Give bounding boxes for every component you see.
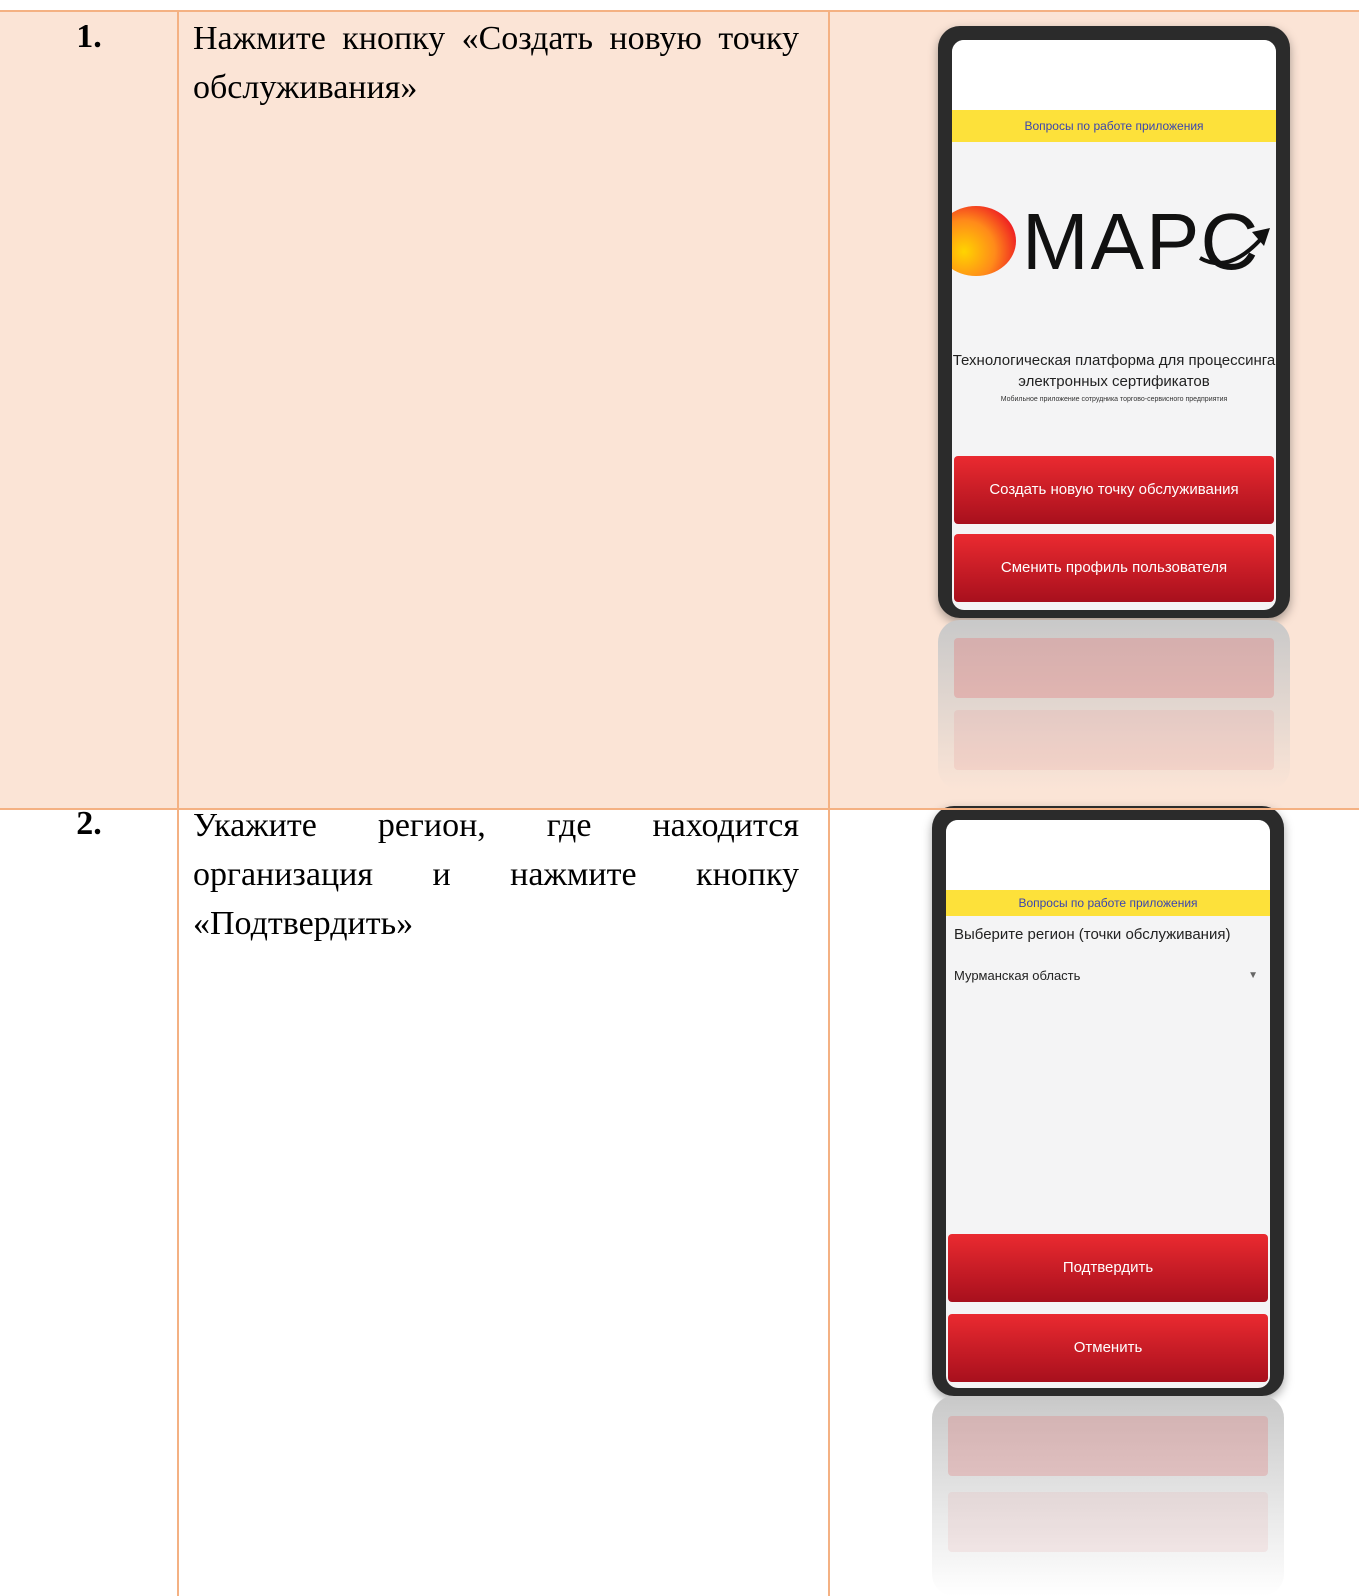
table-row-step-2: 2. Укажите регион, где находится организ… (0, 805, 1359, 1596)
phone-reflection (932, 1396, 1284, 1596)
phone-mockup: Вопросы по работе приложения МАРС Технол… (938, 26, 1290, 618)
logo-circle-icon (952, 206, 1016, 276)
tagline-line-2: электронных сертификатов (1018, 373, 1210, 390)
table-border (177, 10, 179, 1596)
help-link[interactable]: Вопросы по работе приложения (946, 890, 1270, 916)
status-area (946, 820, 1270, 890)
reflection-button (954, 710, 1274, 770)
create-service-point-button[interactable]: Создать новую точку обслуживания (954, 456, 1274, 524)
phone-mockup: Вопросы по работе приложения Выберите ре… (932, 806, 1284, 1396)
region-label: Выберите регион (точки обслуживания) (954, 926, 1231, 943)
change-profile-button[interactable]: Сменить профиль пользователя (954, 534, 1274, 602)
arrow-icon (1199, 228, 1270, 266)
region-value: Мурманская область (954, 968, 1081, 983)
reflection-button (948, 1416, 1268, 1476)
step-instruction: Укажите регион, где находится организаци… (193, 807, 799, 942)
help-link[interactable]: Вопросы по работе приложения (952, 110, 1276, 142)
region-select[interactable]: Мурманская область ▼ (954, 968, 1262, 994)
step-number: 1. (76, 18, 102, 55)
step-instruction: Нажмите кнопку «Создать новую точку обсл… (193, 20, 799, 106)
tagline-line-1: Технологическая платформа для процессинг… (952, 352, 1276, 369)
app-screen: Вопросы по работе приложения МАРС Технол… (952, 40, 1276, 610)
table-border (0, 808, 1359, 810)
instruction-table: 1. Нажмите кнопку «Создать новую точку о… (0, 0, 1359, 1596)
table-border (828, 10, 830, 1596)
phone-reflection (938, 620, 1290, 790)
status-area (952, 40, 1276, 110)
cancel-button[interactable]: Отменить (948, 1314, 1268, 1382)
logo: МАРС (952, 202, 1276, 286)
confirm-button[interactable]: Подтвердить (948, 1234, 1268, 1302)
table-border (0, 10, 1359, 12)
reflection-button (954, 638, 1274, 698)
step-number: 2. (76, 805, 102, 842)
reflection-button (948, 1492, 1268, 1552)
app-screen: Вопросы по работе приложения Выберите ре… (946, 820, 1270, 1388)
chevron-down-icon: ▼ (1248, 970, 1258, 981)
table-row-step-1: 1. Нажмите кнопку «Создать новую точку о… (0, 10, 1359, 809)
subtitle-note: Мобильное приложение сотрудника торгово-… (1000, 396, 1228, 403)
